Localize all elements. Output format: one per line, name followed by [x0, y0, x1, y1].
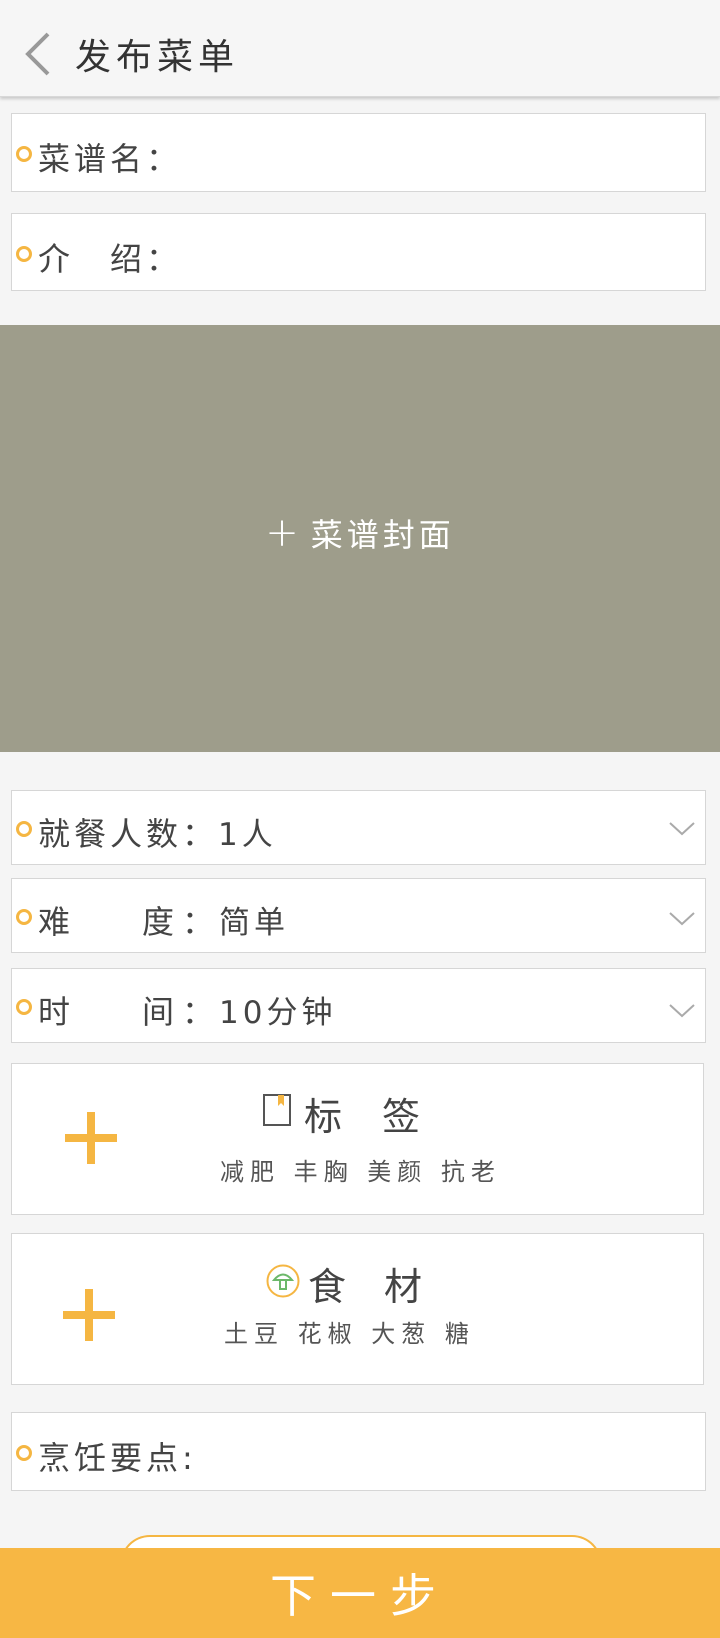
add-tag-plus-icon[interactable]: [65, 1112, 117, 1164]
page-title: 发布菜单: [75, 37, 240, 78]
tags-items: 减肥 丰胸 美颜 抗老: [220, 1158, 501, 1186]
time-colon: ：: [182, 993, 219, 1031]
chevron-down-icon[interactable]: [669, 911, 695, 927]
cooking-points-field[interactable]: 烹饪要点:: [11, 1412, 706, 1491]
difficulty-select[interactable]: 难 度 ： 简单: [11, 878, 706, 953]
ingredients-items: 土豆 花椒 大葱 糖: [224, 1320, 475, 1348]
mushroom-icon: [266, 1264, 300, 1298]
ingredients-title-1: 食: [308, 1265, 347, 1309]
time-label-1: 时: [38, 993, 75, 1031]
difficulty-label-2: 度: [142, 903, 179, 941]
recipe-cover-upload[interactable]: + 菜谱封面: [0, 325, 720, 752]
diners-select[interactable]: 就餐人数：1人: [11, 790, 706, 865]
time-select[interactable]: 时 间 ： 10分钟: [11, 968, 706, 1043]
recipe-name-label: 菜谱名：: [38, 140, 183, 178]
bullet-icon: [16, 1445, 32, 1461]
chevron-down-icon[interactable]: [669, 1003, 695, 1019]
recipe-name-field[interactable]: 菜谱名：: [11, 113, 706, 192]
bullet-icon: [16, 999, 32, 1015]
bullet-icon: [16, 821, 32, 837]
diners-value: 1人: [218, 817, 277, 853]
cooking-points-input[interactable]: [192, 1431, 686, 1477]
time-label-2: 间: [142, 993, 179, 1031]
difficulty-label-1: 难: [38, 903, 75, 941]
intro-input[interactable]: [192, 232, 686, 278]
recipe-name-input[interactable]: [192, 132, 686, 178]
bullet-icon: [16, 909, 32, 925]
tag-bookmark-icon: [263, 1094, 291, 1126]
time-value: 10分钟: [219, 995, 337, 1031]
ingredients-title-2: 材: [384, 1265, 423, 1309]
intro-label: 介 绍：: [38, 240, 183, 278]
add-ingredient-plus-icon[interactable]: [63, 1289, 115, 1341]
cover-upload-label: + 菜谱封面: [0, 510, 720, 556]
plus-icon: +: [265, 510, 303, 556]
back-arrow-icon[interactable]: [20, 30, 56, 78]
bullet-icon: [16, 246, 32, 262]
next-step-button[interactable]: 下一步: [0, 1548, 720, 1638]
bullet-icon: [16, 146, 32, 162]
cover-label-text: 菜谱封面: [310, 516, 455, 554]
diners-label: 就餐人数：1人: [38, 815, 277, 853]
chevron-down-icon[interactable]: [669, 821, 695, 837]
difficulty-colon: ：: [182, 903, 219, 941]
intro-field[interactable]: 介 绍：: [11, 213, 706, 291]
tags-title-2: 签: [382, 1095, 421, 1139]
ingredients-card[interactable]: 食 材 土豆 花椒 大葱 糖: [11, 1233, 704, 1385]
tags-title-1: 标: [304, 1095, 343, 1139]
cooking-points-label: 烹饪要点:: [38, 1439, 197, 1477]
header-bar: 发布菜单: [0, 0, 720, 97]
tags-card[interactable]: 标 签 减肥 丰胸 美颜 抗老: [11, 1063, 704, 1215]
difficulty-value: 简单: [219, 905, 289, 941]
